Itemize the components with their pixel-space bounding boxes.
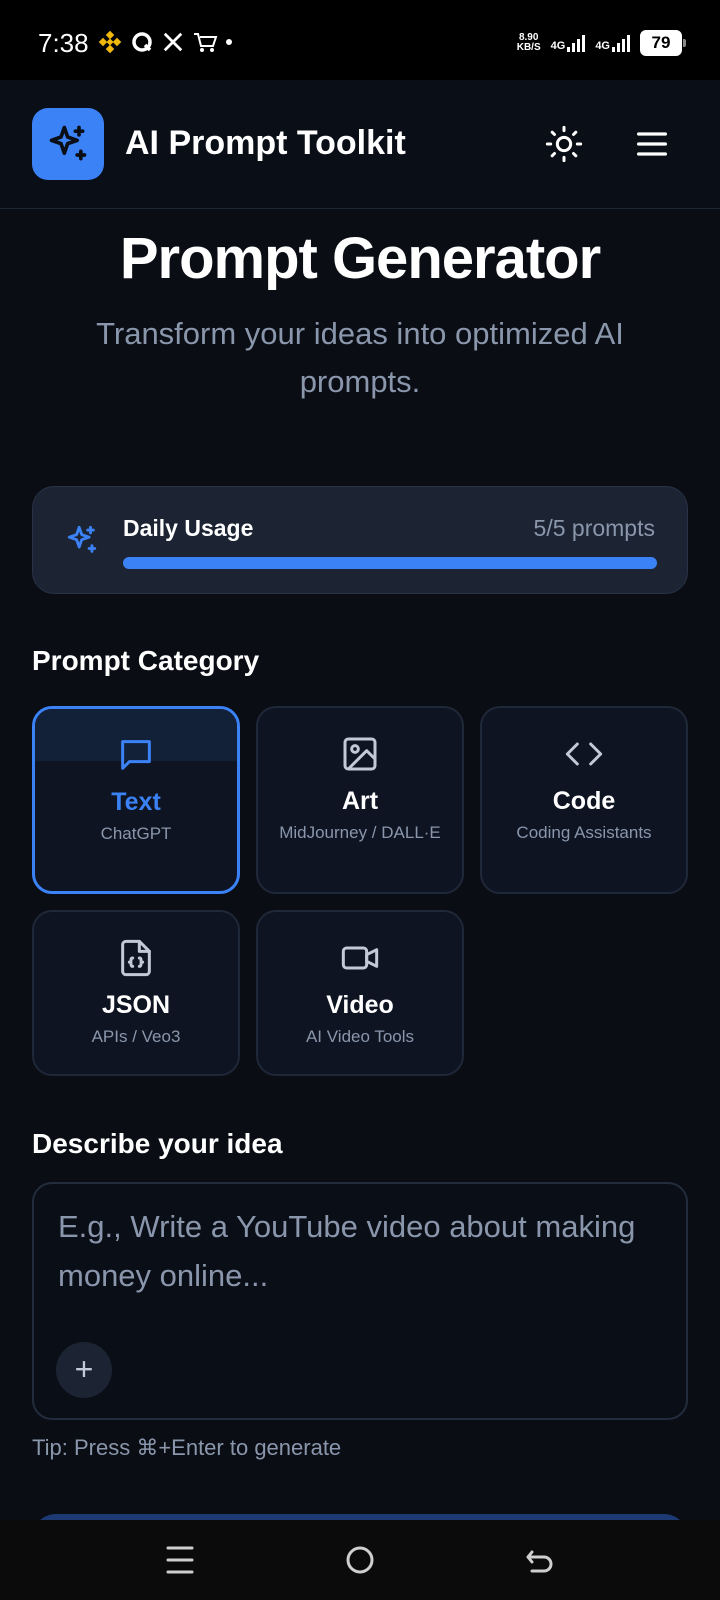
usage-progress-fill — [123, 557, 657, 569]
category-desc: MidJourney / DALL·E — [279, 823, 441, 842]
notification-icons — [98, 30, 232, 54]
idea-input-container: + — [32, 1182, 688, 1420]
message-square-icon — [121, 740, 151, 770]
category-name: Code — [552, 787, 616, 815]
signal-1: 4G — [551, 34, 586, 52]
category-text[interactable]: Text ChatGPT — [32, 706, 240, 894]
category-name: Art — [341, 787, 379, 815]
status-time: 7:38 — [38, 28, 89, 58]
code-icon — [565, 742, 603, 766]
daily-usage-card: Daily Usage 5/5 prompts — [32, 486, 688, 594]
usage-progress-bar — [123, 557, 657, 569]
category-desc: ChatGPT — [100, 824, 172, 843]
more-dot-icon — [226, 39, 232, 45]
menu-button[interactable] — [632, 124, 672, 164]
app-header: AI Prompt Toolkit — [0, 80, 720, 209]
page-subtitle: Transform your ideas into optimized AI p… — [96, 316, 624, 399]
category-desc: AI Video Tools — [305, 1027, 415, 1046]
category-desc: APIs / Veo3 — [91, 1027, 181, 1046]
sparkles-icon — [67, 525, 97, 553]
home-button[interactable] — [340, 1542, 380, 1578]
category-name: Video — [326, 991, 394, 1019]
usage-count: 5/5 prompts — [533, 515, 655, 541]
recent-apps-icon — [166, 1546, 194, 1574]
signal-bars-icon — [612, 34, 630, 52]
app-title: AI Prompt Toolkit — [125, 124, 406, 162]
file-json-icon — [121, 939, 151, 977]
battery-icon: 79 — [640, 30, 686, 56]
plus-icon: + — [74, 1351, 94, 1387]
category-json[interactable]: JSON APIs / Veo3 — [32, 910, 240, 1076]
video-icon — [341, 946, 379, 970]
category-art[interactable]: Art MidJourney / DALL·E — [256, 706, 464, 894]
usage-label: Daily Usage — [123, 515, 254, 541]
category-name: Text — [111, 788, 161, 816]
app-logo[interactable] — [32, 108, 104, 180]
generate-tip: Tip: Press ⌘+Enter to generate — [32, 1435, 342, 1460]
system-navigation-bar — [0, 1520, 720, 1600]
binance-icon — [98, 30, 122, 54]
category-name: JSON — [101, 991, 171, 1019]
sparkles-icon — [49, 125, 87, 161]
back-button[interactable] — [520, 1542, 560, 1578]
cart-icon — [194, 33, 218, 52]
category-desc: Coding Assistants — [516, 823, 652, 842]
status-bar: 7:38 8.90 KB/S 4G 4G 79 — [0, 0, 720, 80]
category-code[interactable]: Code Coding Assistants — [480, 706, 688, 894]
category-section-title: Prompt Category — [32, 645, 260, 676]
hamburger-menu-icon — [637, 132, 667, 156]
page-title: Prompt Generator — [119, 226, 601, 291]
idea-textarea[interactable] — [56, 1200, 660, 1334]
image-icon — [343, 737, 377, 771]
recent-apps-button[interactable] — [160, 1542, 200, 1578]
idea-section-title: Describe your idea — [32, 1128, 283, 1159]
x-logo-icon — [163, 32, 183, 52]
signal-2: 4G — [595, 34, 630, 52]
add-attachment-button[interactable]: + — [56, 1342, 112, 1398]
sun-icon — [545, 125, 583, 163]
q-app-icon — [132, 32, 152, 52]
net-speed: 8.90 KB/S — [516, 32, 541, 53]
signal-bars-icon — [567, 34, 586, 52]
back-arrow-icon — [526, 1550, 553, 1573]
theme-toggle-button[interactable] — [544, 124, 584, 164]
category-video[interactable]: Video AI Video Tools — [256, 910, 464, 1076]
home-circle-icon — [346, 1546, 374, 1574]
